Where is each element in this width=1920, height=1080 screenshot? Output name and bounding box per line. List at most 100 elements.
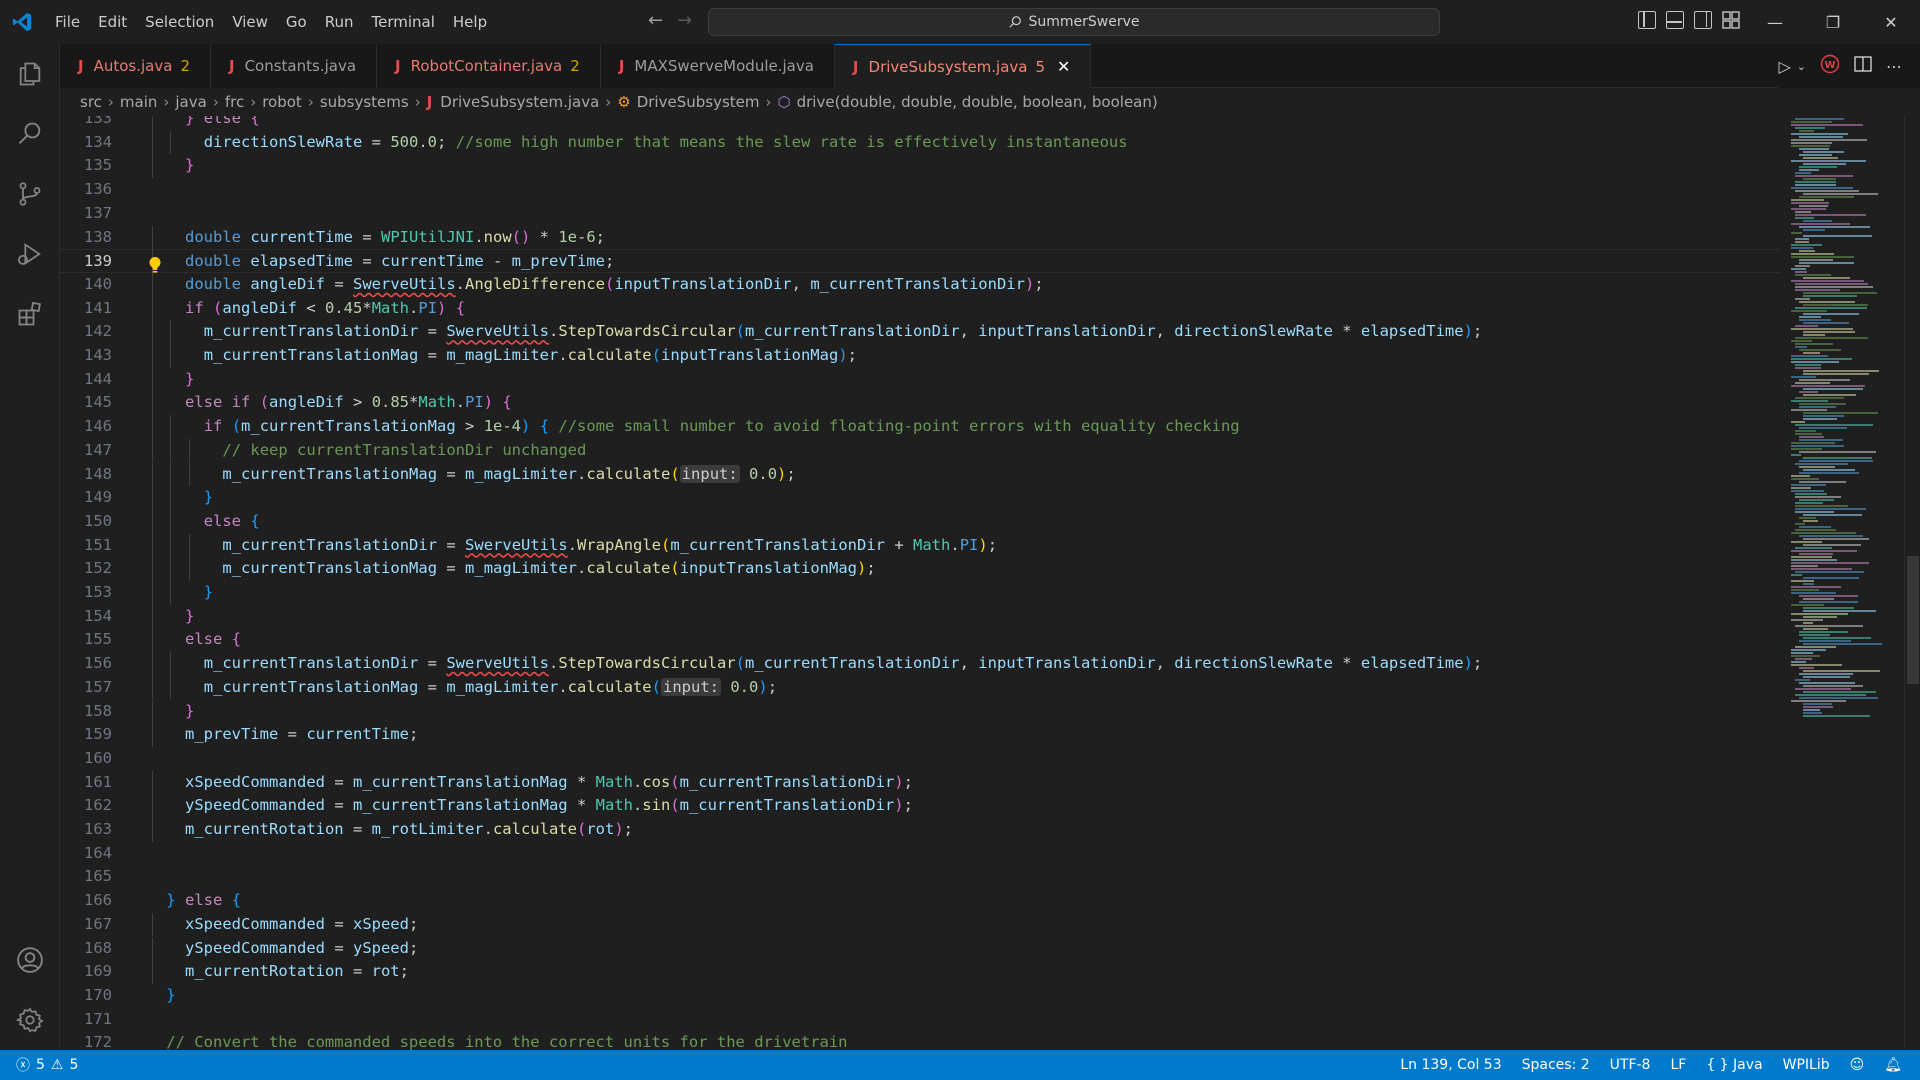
encoding[interactable]: UTF-8 xyxy=(1610,1057,1651,1073)
code-line[interactable]: 162 ySpeedCommanded = m_currentTranslatio… xyxy=(60,794,1780,818)
breadcrumb-method[interactable]: drive(double, double, double, boolean, b… xyxy=(797,93,1158,111)
code-line[interactable]: 138 double currentTime = WPIUtilJNI.now()… xyxy=(60,226,1780,250)
restore-icon[interactable]: ❐ xyxy=(1804,0,1862,44)
code-line[interactable]: 171 xyxy=(60,1008,1780,1032)
code-line[interactable]: 161 xSpeedCommanded = m_currentTranslatio… xyxy=(60,771,1780,795)
notifications-bell-icon[interactable]: 🔔︎ xyxy=(1884,1057,1902,1073)
toggle-panel-icon[interactable] xyxy=(1666,11,1684,29)
code-line[interactable]: 157 m_currentTranslationMag = m_magLimite… xyxy=(60,676,1780,700)
wpilib-icon[interactable]: W xyxy=(1820,54,1840,78)
command-center-search[interactable]: SummerSwerve xyxy=(708,8,1440,36)
vertical-scrollbar[interactable] xyxy=(1904,116,1920,1050)
code-line[interactable]: 150 else { xyxy=(60,510,1780,534)
lightbulb-icon[interactable] xyxy=(148,256,162,278)
menu-edit[interactable]: Edit xyxy=(89,8,136,36)
breadcrumb-class[interactable]: DriveSubsystem xyxy=(637,93,760,111)
toggle-secondary-sidebar-icon[interactable] xyxy=(1694,11,1712,29)
run-java-icon[interactable]: ▷ xyxy=(1778,57,1790,76)
extensions-icon[interactable] xyxy=(0,284,60,344)
forward-arrow-icon[interactable]: → xyxy=(677,10,692,31)
code-line[interactable]: 168 ySpeedCommanded = ySpeed; xyxy=(60,937,1780,961)
code-line[interactable]: 144} xyxy=(60,368,1780,392)
minimize-icon[interactable]: — xyxy=(1746,0,1804,44)
minimap-line xyxy=(1791,568,1852,570)
code-line[interactable]: 149} xyxy=(60,486,1780,510)
menu-go[interactable]: Go xyxy=(277,8,316,36)
back-arrow-icon[interactable]: ← xyxy=(648,10,663,31)
accounts-icon[interactable] xyxy=(0,930,60,990)
code-line[interactable]: 153} xyxy=(60,581,1780,605)
run-and-debug-icon[interactable] xyxy=(0,224,60,284)
wpilib-status[interactable]: WPILib xyxy=(1783,1057,1830,1073)
code-line[interactable]: 165 xyxy=(60,865,1780,889)
code-line[interactable]: 164 xyxy=(60,842,1780,866)
code-line[interactable]: 172 // Convert the commanded speeds into … xyxy=(60,1031,1780,1050)
breadcrumb-file[interactable]: DriveSubsystem.java xyxy=(440,93,599,111)
end-of-line[interactable]: LF xyxy=(1670,1057,1686,1073)
tab-robotcontainer-java[interactable]: J RobotContainer.java 2 xyxy=(377,44,601,88)
code-line[interactable]: 159 m_prevTime = currentTime; xyxy=(60,723,1780,747)
code-line[interactable]: 151 m_currentTranslationDir = SwerveUtils… xyxy=(60,534,1780,558)
more-actions-icon[interactable]: ⋯ xyxy=(1886,57,1902,76)
code-line[interactable]: 146 if (m_currentTranslationMag > 1e-4) {… xyxy=(60,415,1780,439)
code-line[interactable]: 163 m_currentRotation = m_rotLimiter.calc… xyxy=(60,818,1780,842)
menu-selection[interactable]: Selection xyxy=(136,8,223,36)
code-line[interactable]: 158} xyxy=(60,700,1780,724)
menu-file[interactable]: File xyxy=(46,8,89,36)
code-line[interactable]: 142 m_currentTranslationDir = SwerveUtils… xyxy=(60,320,1780,344)
code-editor[interactable]: 133} else {134 directionSlewRate = 500.0;… xyxy=(60,116,1920,1050)
breadcrumb-frc[interactable]: frc xyxy=(225,93,244,111)
code-line[interactable]: 167 xSpeedCommanded = xSpeed; xyxy=(60,913,1780,937)
menu-terminal[interactable]: Terminal xyxy=(363,8,444,36)
code-line[interactable]: 156 m_currentTranslationDir = SwerveUtils… xyxy=(60,652,1780,676)
problems-indicator[interactable]: ⓧ 5 ⚠ 5 xyxy=(0,1055,78,1075)
language-mode[interactable]: { } Java xyxy=(1706,1057,1762,1073)
breadcrumb-java[interactable]: java xyxy=(175,93,206,111)
toggle-primary-sidebar-icon[interactable] xyxy=(1638,11,1656,29)
cursor-position[interactable]: Ln 139, Col 53 xyxy=(1400,1057,1501,1073)
tab-drivesubsystem-java[interactable]: J DriveSubsystem.java 5 ✕ xyxy=(834,44,1092,88)
code-line[interactable]: 137 xyxy=(60,202,1780,226)
code-line[interactable]: 166} else { xyxy=(60,889,1780,913)
explorer-icon[interactable] xyxy=(0,44,60,104)
code-line[interactable]: 141 if (angleDif < 0.45*Math.PI) { xyxy=(60,297,1780,321)
search-icon[interactable] xyxy=(0,104,60,164)
customize-layout-icon[interactable] xyxy=(1722,11,1740,29)
indentation[interactable]: Spaces: 2 xyxy=(1522,1057,1590,1073)
menu-run[interactable]: Run xyxy=(316,8,363,36)
code-line[interactable]: 139 double elapsedTime = currentTime - m_… xyxy=(60,249,1780,273)
menu-view[interactable]: View xyxy=(223,8,277,36)
settings-gear-icon[interactable] xyxy=(0,990,60,1050)
code-line[interactable]: 147 // keep currentTranslationDir unchang… xyxy=(60,439,1780,463)
close-tab-icon[interactable]: ✕ xyxy=(1057,57,1070,76)
run-dropdown-chevron-icon[interactable]: ⌄ xyxy=(1797,60,1806,73)
split-editor-icon[interactable] xyxy=(1854,55,1872,77)
code-line[interactable]: 152 m_currentTranslationMag = m_magLimite… xyxy=(60,557,1780,581)
feedback-icon[interactable]: ☺ xyxy=(1850,1057,1865,1073)
code-line[interactable]: 135} xyxy=(60,154,1780,178)
breadcrumb-robot[interactable]: robot xyxy=(262,93,302,111)
code-line[interactable]: 170} xyxy=(60,984,1780,1008)
code-line[interactable]: 133} else { xyxy=(60,116,1780,131)
code-line[interactable]: 160 xyxy=(60,747,1780,771)
menu-help[interactable]: Help xyxy=(444,8,496,36)
code-line[interactable]: 136 xyxy=(60,178,1780,202)
scrollbar-thumb[interactable] xyxy=(1907,556,1919,684)
code-line[interactable]: 169 m_currentRotation = rot; xyxy=(60,960,1780,984)
code-line[interactable]: 155 else { xyxy=(60,628,1780,652)
code-line[interactable]: 143 m_currentTranslationMag = m_magLimite… xyxy=(60,344,1780,368)
close-window-icon[interactable]: ✕ xyxy=(1862,0,1920,44)
code-line[interactable]: 145 else if (angleDif > 0.85*Math.PI) { xyxy=(60,391,1780,415)
code-line[interactable]: 148 m_currentTranslationMag = m_magLimite… xyxy=(60,463,1780,487)
code-line[interactable]: 134 directionSlewRate = 500.0; //some hig… xyxy=(60,131,1780,155)
minimap[interactable] xyxy=(1783,116,1903,1050)
breadcrumb-subsystems[interactable]: subsystems xyxy=(320,93,409,111)
tab-maxswervemodule-java[interactable]: J MAXSwerveModule.java xyxy=(600,44,835,88)
code-line[interactable]: 140 double angleDif = SwerveUtils.AngleDi… xyxy=(60,273,1780,297)
source-control-icon[interactable] xyxy=(0,164,60,224)
tab-autos-java[interactable]: J Autos.java 2 xyxy=(60,44,211,88)
breadcrumb-src[interactable]: src xyxy=(80,93,102,111)
breadcrumb-main[interactable]: main xyxy=(120,93,157,111)
tab-constants-java[interactable]: J Constants.java xyxy=(210,44,378,88)
code-line[interactable]: 154} xyxy=(60,605,1780,629)
